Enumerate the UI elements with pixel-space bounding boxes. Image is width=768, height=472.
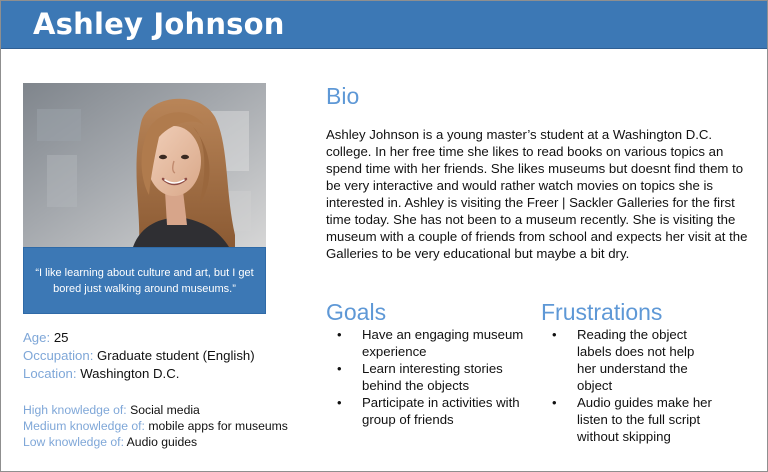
frustrations-heading: Frustrations: [541, 299, 663, 325]
goal-item: Participate in activities with group of …: [326, 394, 531, 428]
demographics: Age: 25 Occupation: Graduate student (En…: [23, 329, 255, 383]
age-value: 25: [53, 330, 69, 345]
low-knowledge-value: Audio guides: [126, 435, 198, 449]
low-knowledge-label: Low knowledge of:: [23, 435, 124, 449]
occupation-value: Graduate student (English): [97, 348, 255, 363]
profile-photo: [23, 83, 266, 247]
age-label: Age:: [23, 330, 51, 345]
quote-box: “I like learning about culture and art, …: [23, 247, 266, 314]
frustrations-list: Reading the object labels does not help …: [541, 326, 716, 445]
medium-knowledge-value: mobile apps for museums: [148, 419, 288, 433]
frustration-item: Reading the object labels does not help …: [541, 326, 716, 394]
goals-list: Have an engaging museum experience Learn…: [326, 326, 531, 428]
medium-knowledge-row: Medium knowledge of: mobile apps for mus…: [23, 418, 288, 434]
goals-heading: Goals: [326, 299, 387, 325]
persona-quote: “I like learning about culture and art, …: [35, 266, 254, 295]
bio-heading: Bio: [326, 83, 360, 109]
knowledge-levels: High knowledge of: Social media Medium k…: [23, 402, 288, 450]
location-row: Location: Washington D.C.: [23, 365, 255, 383]
header-bar: Ashley Johnson: [1, 1, 767, 49]
medium-knowledge-label: Medium knowledge of:: [23, 419, 145, 433]
location-value: Washington D.C.: [80, 366, 180, 381]
profile-photo-illustration: [23, 83, 266, 247]
age-row: Age: 25: [23, 329, 255, 347]
goal-item: Have an engaging museum experience: [326, 326, 531, 360]
high-knowledge-row: High knowledge of: Social media: [23, 402, 288, 418]
occupation-label: Occupation:: [23, 348, 94, 363]
bio-text: Ashley Johnson is a young master’s stude…: [326, 127, 748, 261]
location-label: Location:: [23, 366, 77, 381]
frustration-item: Audio guides make her listen to the full…: [541, 394, 716, 445]
high-knowledge-label: High knowledge of:: [23, 403, 127, 417]
occupation-row: Occupation: Graduate student (English): [23, 347, 255, 365]
goal-item: Learn interesting stories behind the obj…: [326, 360, 531, 394]
persona-card: Ashley Johnson “I like learning about cu…: [0, 0, 768, 472]
persona-name: Ashley Johnson: [33, 7, 285, 41]
high-knowledge-value: Social media: [130, 403, 200, 417]
low-knowledge-row: Low knowledge of: Audio guides: [23, 434, 288, 450]
